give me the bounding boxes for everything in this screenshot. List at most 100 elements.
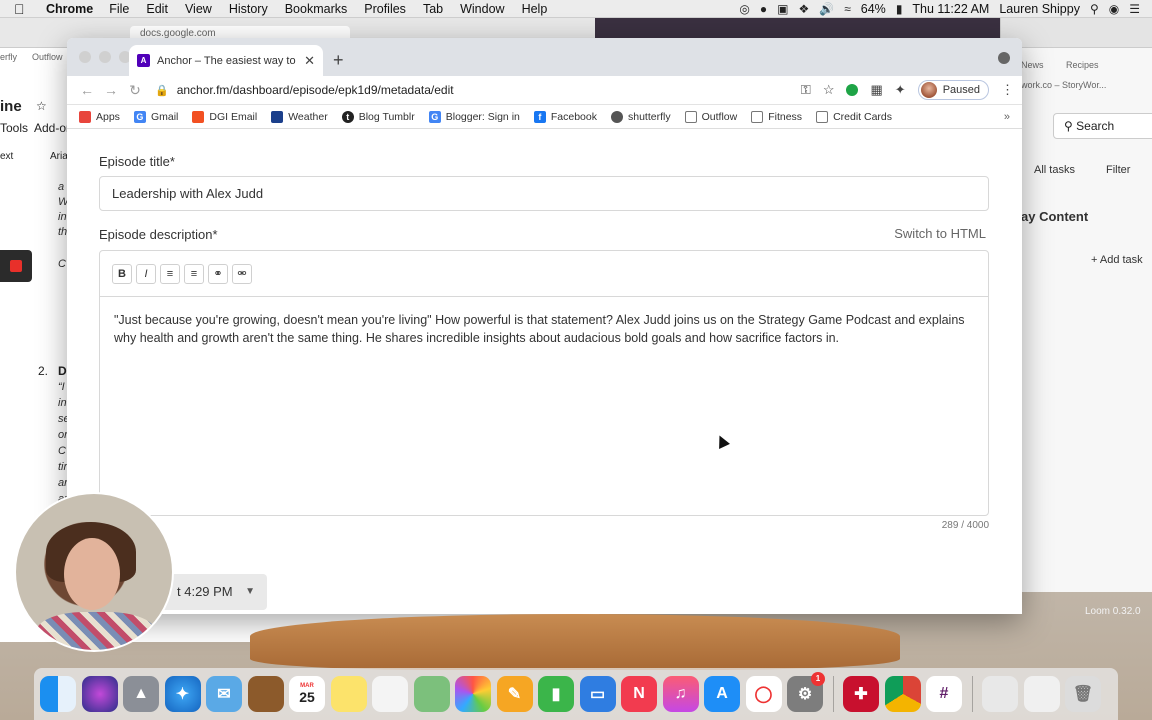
numbered-list-icon[interactable]: ≡ [184,263,204,284]
link-icon[interactable]: ⚭ [208,263,228,284]
launchpad-rocket-icon[interactable]: ▲ [123,676,159,712]
back-arrow-icon[interactable]: ← [75,82,99,98]
extension-grid-icon[interactable]: ▦ [870,82,882,98]
notes-icon[interactable] [330,676,367,712]
menu-tab[interactable]: Tab [423,2,443,16]
downloads-stack-icon[interactable] [1023,676,1060,712]
bullet-list-icon[interactable]: ≡ [160,263,180,284]
creative-cloud-icon[interactable]: ◎ [739,2,749,16]
extensions-puzzle-icon[interactable]: ✦ [895,82,906,98]
more-menu-icon[interactable]: ⋮ [1001,82,1014,98]
numbers-icon[interactable]: ▮ [538,676,574,712]
filter-button[interactable]: Filter [1106,164,1130,176]
recent-documents-icon[interactable] [982,676,1018,712]
reload-icon[interactable]: ↻ [123,82,147,99]
forward-arrow-icon[interactable]: → [99,82,123,98]
profile-button[interactable]: Paused [917,80,989,100]
menu-app-name[interactable]: Chrome [46,2,93,16]
extension-green-icon[interactable] [846,84,859,96]
bookmark-folder-fitness[interactable]: Fitness [751,110,802,123]
reminders-icon[interactable] [372,676,408,712]
bookmark-gmail[interactable]: G Gmail [133,110,178,123]
notification-icon[interactable]: ● [760,2,767,16]
bookmark-folder-credit-cards[interactable]: Credit Cards [816,110,892,123]
volume-icon[interactable]: 🔊 [819,2,834,16]
minimize-window-icon[interactable] [99,51,111,63]
keynote-icon[interactable]: ▭ [579,676,616,712]
music-icon[interactable]: ♫ [662,676,699,712]
background-toolbar-fragment[interactable]: ext [0,151,13,162]
spotlight-search-icon[interactable]: ⚲ [1090,2,1099,16]
mail-app-icon[interactable]: ✉ [206,676,242,712]
address-bar[interactable]: 🔒 anchor.fm/dashboard/episode/epk1d9/met… [155,78,795,102]
maps-icon[interactable] [413,676,450,712]
menu-bookmarks[interactable]: Bookmarks [285,2,348,16]
background-bookmark-fragment[interactable]: Recipes [1066,60,1099,70]
safari-compass-icon[interactable]: ✦ [164,676,201,712]
battery-percent[interactable]: 64% [861,2,886,16]
wifi-icon[interactable]: ≈ [844,2,851,16]
notification-center-icon[interactable]: ☰ [1129,2,1140,16]
background-tab-fragment[interactable]: erfly [0,52,17,62]
loom-record-button[interactable] [0,250,32,282]
episode-title-input[interactable]: Leadership with Alex Judd [99,176,989,211]
new-tab-icon[interactable]: + [333,50,344,71]
menu-view[interactable]: View [185,2,212,16]
finder-icon[interactable] [40,676,76,712]
all-tasks-filter[interactable]: All tasks [1034,164,1075,176]
apple-menu-icon[interactable]:  [14,1,32,17]
dropbox-icon[interactable]: ❖ [798,2,809,16]
app-store-icon[interactable]: A [704,676,740,712]
menu-window[interactable]: Window [460,2,504,16]
siri-icon[interactable] [81,676,118,712]
background-bookmark-fragment[interactable]: News [1021,60,1044,70]
tab-search-icon[interactable] [998,52,1010,64]
description-text[interactable]: "Just because you're growing, doesn't me… [100,297,988,361]
battery-icon[interactable]: ▮ [896,2,903,16]
creative-cloud-icon[interactable]: ◯ [745,676,782,712]
bookmark-folder-outflow[interactable]: Outflow [684,110,737,123]
bookmark-weather[interactable]: Weather [271,110,328,123]
menu-history[interactable]: History [229,2,268,16]
bookmark-facebook[interactable]: f Facebook [533,110,597,123]
pages-icon[interactable]: ✎ [496,676,533,712]
bold-button[interactable]: B [112,263,132,284]
menu-edit[interactable]: Edit [146,2,168,16]
bookmark-star-icon[interactable]: ☆ [823,82,835,98]
description-editor[interactable]: B I ≡ ≡ ⚭ ⚮ "Just because you're growing… [99,250,989,516]
news-icon[interactable]: N [621,676,657,712]
star-icon[interactable]: ☆ [36,99,47,113]
unlink-icon[interactable]: ⚮ [232,263,252,284]
background-search-input[interactable]: ⚲ Search [1053,113,1152,139]
bookmark-blog-tumblr[interactable]: t Blog Tumblr [341,110,415,123]
tab-anchor[interactable]: A Anchor – The easiest way to m ✕ [129,45,323,76]
background-toolbar-fragment[interactable]: Aria [50,151,68,162]
switch-to-html-button[interactable]: Switch to HTML [894,226,986,241]
menubar-user[interactable]: Lauren Shippy [999,2,1080,16]
menu-file[interactable]: File [109,2,129,16]
loom-webcam-bubble[interactable] [14,492,174,652]
menu-profiles[interactable]: Profiles [364,2,406,16]
photos-icon[interactable] [455,676,491,712]
close-window-icon[interactable] [79,51,91,63]
chrome-icon[interactable] [884,676,921,712]
bookmarks-overflow-icon[interactable]: » [1004,111,1010,123]
lock-icon[interactable]: 🔒 [155,84,169,97]
bookmark-dgi-email[interactable]: DGI Email [192,110,257,123]
background-tab-fragment[interactable]: Outflow [32,52,63,62]
key-icon[interactable]: ⚿ [801,82,811,98]
background-tasks-window[interactable]: News Recipes work.co – StoryWor... All t… [1000,18,1152,592]
italic-button[interactable]: I [136,263,156,284]
address-url[interactable]: anchor.fm/dashboard/episode/epk1d9/metad… [177,83,454,97]
acrobat-icon[interactable]: ✚ [843,676,879,712]
bookmark-shutterfly[interactable]: shutterfly [611,110,671,123]
add-task-button[interactable]: + Add task [1091,254,1143,266]
menu-help[interactable]: Help [522,2,548,16]
background-tab-title[interactable]: work.co – StoryWor... [1021,80,1106,90]
bookmark-blogger[interactable]: G Blogger: Sign in [428,110,520,123]
slack-icon[interactable]: # [926,676,962,712]
calendar-icon[interactable]: MAR 25 [289,676,325,712]
notebook-icon[interactable] [247,676,284,712]
siri-icon[interactable]: ◉ [1109,2,1119,16]
trash-icon[interactable]: 🗑 [1065,676,1101,712]
